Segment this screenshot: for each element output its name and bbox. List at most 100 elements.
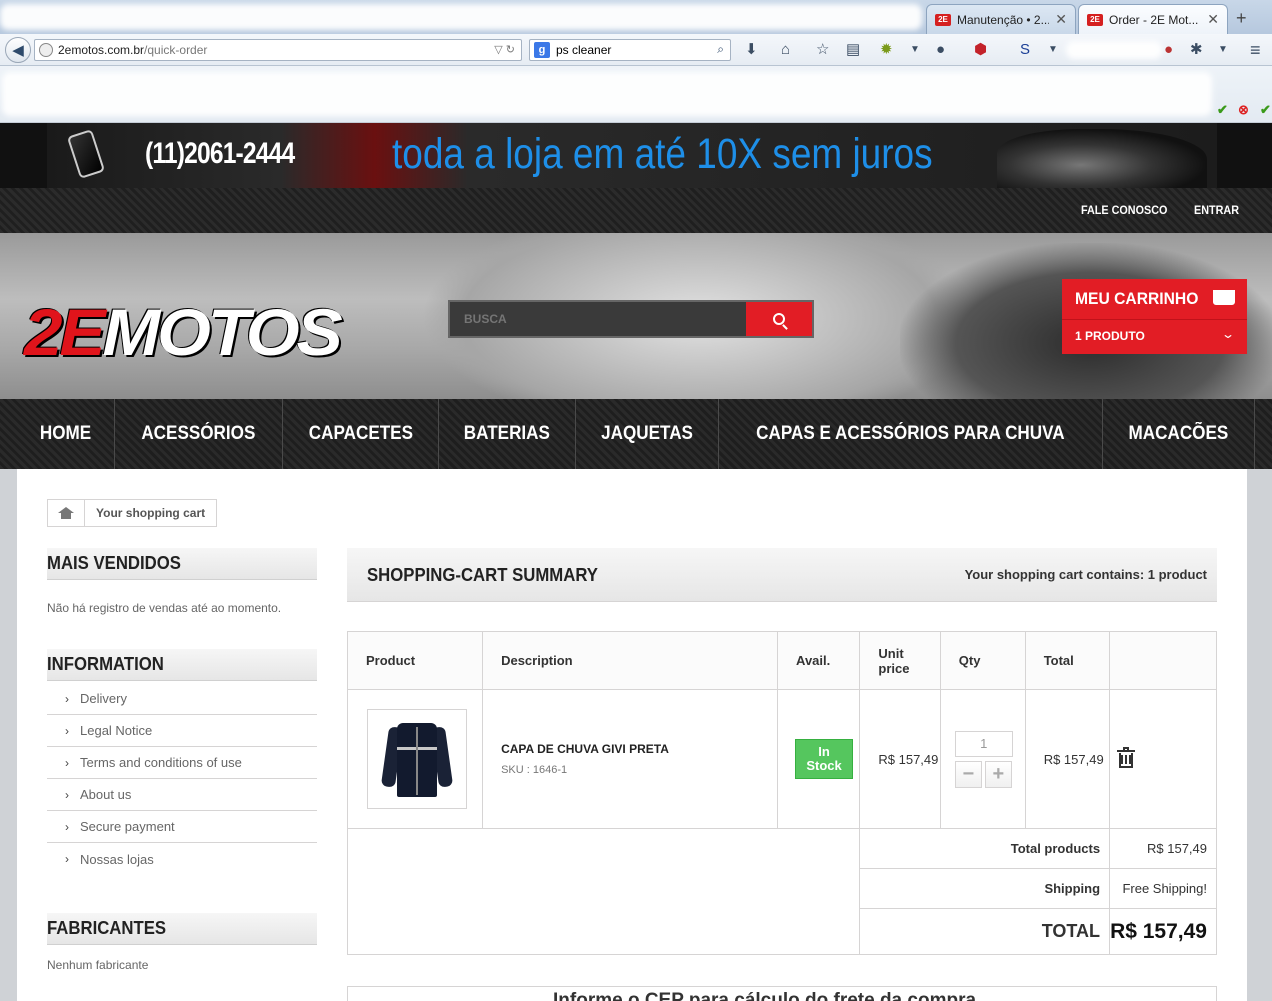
- cart-title: MEU CARRINHO: [1075, 289, 1199, 308]
- extension-icon[interactable]: ✱: [1190, 42, 1203, 58]
- search-input[interactable]: [450, 302, 746, 336]
- search-icon[interactable]: ⌕: [717, 42, 724, 57]
- browser-navigation-bar: ◀ 2emotos.com.br/quick-order ▽ ↻ g ps cl…: [0, 34, 1272, 66]
- cart-item-count: Your shopping cart contains: 1 product: [964, 567, 1207, 582]
- product-sku: SKU : 1646-1: [501, 764, 568, 776]
- trash-icon[interactable]: [1117, 747, 1136, 768]
- product-image-cell: [346, 689, 484, 829]
- reading-list-icon[interactable]: ▤: [846, 42, 860, 58]
- quantity-increase-button[interactable]: +: [984, 760, 1012, 788]
- info-link-stores[interactable]: › Nossas lojas: [47, 843, 317, 875]
- info-link-terms[interactable]: › Terms and conditions of use: [47, 747, 317, 779]
- error-icon[interactable]: ⊗: [1238, 102, 1249, 118]
- reload-icon[interactable]: ▽ ↻: [494, 43, 515, 56]
- nav-item-home[interactable]: HOME: [17, 399, 115, 469]
- nav-item-capas-chuva[interactable]: CAPAS E ACESSÓRIOS PARA CHUVA: [719, 399, 1104, 469]
- back-button[interactable]: ◀: [5, 37, 31, 63]
- browser-search-bar[interactable]: g ps cleaner ⌕: [529, 39, 731, 61]
- redacted-area: [0, 4, 922, 30]
- information-list: › Delivery › Legal Notice › Terms and condi…: [47, 683, 317, 875]
- chevron-right-icon: ›: [65, 755, 69, 770]
- bookmarks-toolbar: [0, 66, 1272, 123]
- browser-tab-2[interactable]: 2E Order - 2E Mot... ✕: [1078, 4, 1228, 34]
- product-image[interactable]: [367, 709, 467, 809]
- search-button[interactable]: [746, 302, 812, 336]
- chevron-right-icon: ›: [65, 852, 69, 866]
- promo-banner-image: (11)2061-2444 toda a loja em até 10X sem…: [47, 123, 1217, 188]
- nav-item-macacoes[interactable]: MACACÕES: [1103, 399, 1255, 469]
- home-icon[interactable]: ⌂: [781, 42, 790, 58]
- browser-tab-strip: 2E Manutenção • 2... ✕ 2E Order - 2E Mot…: [0, 0, 1272, 34]
- nav-item-acessorios[interactable]: ACESSÓRIOS: [115, 399, 283, 469]
- close-tab-icon[interactable]: ✕: [1207, 11, 1219, 28]
- delete-cell: [1109, 689, 1217, 829]
- quantity-input[interactable]: 1: [954, 730, 1013, 757]
- main-content: Your shopping cart MAIS VENDIDOS Não há …: [17, 469, 1247, 1001]
- nav-label: HOME: [39, 423, 92, 444]
- grand-total-label: TOTAL: [859, 908, 1111, 955]
- totals-spacer: [346, 828, 861, 955]
- checkmark-icon[interactable]: ✔: [1217, 102, 1228, 118]
- redacted-area: [1066, 41, 1162, 59]
- contact-link[interactable]: FALE CONOSCO: [1081, 203, 1167, 217]
- breadcrumb-home[interactable]: [48, 500, 85, 526]
- url-path: /quick-order: [144, 43, 208, 57]
- mini-cart[interactable]: MEU CARRINHO 1 PRODUTO ⌄: [1062, 279, 1247, 354]
- new-tab-icon[interactable]: +: [1236, 8, 1247, 29]
- chevron-right-icon: ›: [65, 787, 69, 802]
- divider: [1062, 319, 1247, 320]
- promo-banner[interactable]: (11)2061-2444 toda a loja em até 10X sem…: [0, 123, 1272, 188]
- bestsellers-heading[interactable]: MAIS VENDIDOS: [47, 548, 317, 580]
- banner-slogan: toda a loja em até 10X sem juros: [392, 130, 933, 178]
- site-search: [448, 300, 814, 338]
- menu-icon[interactable]: ≡: [1250, 41, 1261, 59]
- checkmark-icon[interactable]: ✔: [1260, 102, 1271, 118]
- column-header-unit-price: Unit price: [859, 631, 941, 690]
- nav-item-capacetes[interactable]: CAPACETES: [283, 399, 440, 469]
- info-link-about-us[interactable]: › About us: [47, 779, 317, 811]
- quantity-cell: 1 − +: [939, 689, 1026, 829]
- info-link-secure-payment[interactable]: › Secure payment: [47, 811, 317, 843]
- tab-title: Manutenção • 2...: [957, 12, 1050, 27]
- search-icon: [773, 313, 785, 325]
- dropdown-icon[interactable]: ▼: [1218, 42, 1228, 58]
- close-tab-icon[interactable]: ✕: [1055, 11, 1067, 28]
- bookmark-star-icon[interactable]: ☆: [816, 42, 829, 58]
- web-page: (11)2061-2444 toda a loja em até 10X sem…: [0, 123, 1272, 1001]
- chevron-right-icon: ›: [65, 691, 69, 706]
- redacted-area: [2, 72, 1212, 116]
- info-link-delivery[interactable]: › Delivery: [47, 683, 317, 715]
- shipping-calculator-panel: Informe o CEP para cálculo do frete da c…: [347, 986, 1217, 1001]
- login-link[interactable]: ENTRAR: [1194, 203, 1239, 217]
- cart-summary-header: SHOPPING-CART SUMMARY Your shopping cart…: [347, 548, 1217, 602]
- product-name[interactable]: CAPA DE CHUVA GIVI PRETA: [483, 742, 777, 756]
- extension-icon[interactable]: S: [1020, 42, 1030, 58]
- column-header-avail: Avail.: [777, 631, 861, 690]
- nav-item-jaquetas[interactable]: JAQUETAS: [576, 399, 720, 469]
- link-label: Delivery: [80, 691, 127, 706]
- dropdown-icon[interactable]: ▼: [910, 42, 920, 58]
- cart-count: 1 PRODUTO: [1075, 329, 1145, 343]
- extension-icon[interactable]: ●: [1164, 42, 1173, 58]
- information-heading: INFORMATION: [47, 649, 317, 681]
- extension-icon[interactable]: ●: [936, 42, 945, 58]
- browser-tab-1[interactable]: 2E Manutenção • 2... ✕: [926, 4, 1076, 34]
- adblock-icon[interactable]: ⬢: [974, 42, 987, 58]
- header-hero: 2EMOTOS MEU CARRINHO 1 PRODUTO ⌄: [0, 233, 1272, 399]
- site-logo[interactable]: 2EMOTOS: [24, 299, 343, 365]
- quantity-decrease-button[interactable]: −: [954, 760, 982, 788]
- column-header-description: Description: [482, 631, 779, 690]
- nav-label: ACESSÓRIOS: [141, 423, 256, 444]
- nav-item-baterias[interactable]: BATERIAS: [439, 399, 577, 469]
- manufacturers-heading[interactable]: FABRICANTES: [47, 913, 317, 945]
- in-stock-badge: In Stock: [795, 739, 854, 779]
- url-bar[interactable]: 2emotos.com.br/quick-order ▽ ↻: [34, 39, 522, 61]
- cart-table: Product Description Avail. Unit price Qty…: [346, 631, 1217, 955]
- download-icon[interactable]: ⬇: [745, 42, 758, 58]
- dropdown-icon[interactable]: ▼: [1048, 42, 1058, 58]
- logo-red-text: 2E: [24, 295, 106, 369]
- info-link-legal-notice[interactable]: › Legal Notice: [47, 715, 317, 747]
- extension-icon[interactable]: ✹: [880, 42, 893, 58]
- chevron-down-icon[interactable]: ⌄: [1221, 327, 1235, 341]
- nav-label: CAPACETES: [308, 423, 413, 444]
